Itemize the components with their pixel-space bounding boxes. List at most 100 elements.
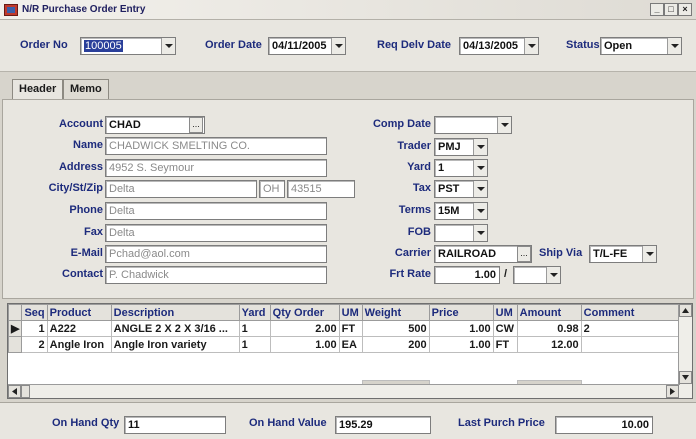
cell-qty-order[interactable]: 1.00: [269, 336, 340, 353]
col-qty-order[interactable]: Qty Order: [269, 304, 340, 321]
city-field[interactable]: Delta: [105, 180, 257, 198]
email-field[interactable]: Pchad@aol.com: [105, 245, 327, 263]
col-amount[interactable]: Amount: [516, 304, 582, 321]
cell-description[interactable]: ANGLE 2 X 2 X 3/16 ...: [110, 320, 240, 337]
cell-weight[interactable]: 500: [361, 320, 430, 337]
chevron-down-icon[interactable]: [546, 267, 560, 283]
on-hand-qty-field[interactable]: 11: [124, 416, 226, 434]
cell-price-um[interactable]: FT: [492, 336, 518, 353]
order-no-field[interactable]: 100005: [80, 37, 176, 55]
carrier-lookup-button[interactable]: ...: [517, 246, 531, 262]
col-description[interactable]: Description: [110, 304, 240, 321]
yard-field[interactable]: 1: [434, 159, 488, 177]
zip-field[interactable]: 43515: [287, 180, 355, 198]
order-date-value: 04/11/2005: [272, 40, 327, 52]
scroll-thumb[interactable]: [21, 385, 30, 398]
fax-field[interactable]: Delta: [105, 224, 327, 242]
chevron-down-icon[interactable]: [473, 181, 487, 197]
scroll-up-icon[interactable]: [679, 304, 692, 317]
contact-field[interactable]: P. Chadwick: [105, 266, 327, 284]
status-value: Open: [604, 40, 633, 52]
tab-strip: Header Memo: [0, 73, 696, 99]
minimize-button[interactable]: _: [650, 3, 664, 16]
row-selector[interactable]: [7, 336, 23, 353]
frt-unit-field[interactable]: [513, 266, 561, 284]
cell-seq[interactable]: 2: [21, 336, 48, 353]
chevron-down-icon[interactable]: [473, 139, 487, 155]
cell-qty-order[interactable]: 2.00: [269, 320, 340, 337]
order-date-field[interactable]: 04/11/2005: [268, 37, 346, 55]
table-row[interactable]: ▶ 1 A222 ANGLE 2 X 2 X 3/16 ... 1 2.00 F…: [7, 320, 689, 337]
current-row-pointer-icon[interactable]: ▶: [7, 320, 23, 337]
col-um[interactable]: UM: [338, 304, 363, 321]
col-product[interactable]: Product: [46, 304, 112, 321]
chevron-down-icon[interactable]: [667, 38, 681, 54]
comp-date-field[interactable]: [434, 116, 512, 134]
cell-price[interactable]: 1.00: [428, 336, 494, 353]
chevron-down-icon[interactable]: [473, 225, 487, 241]
cell-seq[interactable]: 1: [21, 320, 48, 337]
window-controls: _ □ ×: [650, 3, 692, 16]
vertical-scrollbar[interactable]: [678, 304, 692, 398]
maximize-button[interactable]: □: [664, 3, 678, 16]
close-button[interactable]: ×: [678, 3, 692, 16]
phone-field[interactable]: Delta: [105, 202, 327, 220]
table-row[interactable]: 2 Angle Iron Angle Iron variety 1 1.00 E…: [7, 336, 689, 353]
yard-value: 1: [438, 162, 445, 174]
tab-header[interactable]: Header: [12, 79, 64, 99]
on-hand-value-field[interactable]: 195.29: [335, 416, 431, 434]
fob-field[interactable]: [434, 224, 488, 242]
chevron-down-icon[interactable]: [524, 38, 538, 54]
frt-rate-separator: /: [504, 268, 508, 280]
req-delv-field[interactable]: 04/13/2005: [459, 37, 539, 55]
cell-price-um[interactable]: CW: [492, 320, 518, 337]
cell-amount[interactable]: 0.98: [516, 320, 582, 337]
cell-product[interactable]: Angle Iron: [46, 336, 112, 353]
chevron-down-icon[interactable]: [497, 117, 511, 133]
account-lookup-button[interactable]: ...: [189, 117, 203, 133]
cell-description[interactable]: Angle Iron variety: [110, 336, 240, 353]
cell-yard[interactable]: 1: [238, 320, 271, 337]
address-label: Address: [58, 161, 103, 173]
state-field[interactable]: OH: [259, 180, 285, 198]
frt-rate-field[interactable]: 1.00: [434, 266, 500, 284]
chevron-down-icon[interactable]: [473, 160, 487, 176]
name-field[interactable]: CHADWICK SMELTING CO.: [105, 137, 327, 155]
tab-memo[interactable]: Memo: [63, 79, 109, 99]
cell-product[interactable]: A222: [46, 320, 112, 337]
col-price-um[interactable]: UM: [492, 304, 518, 321]
col-yard[interactable]: Yard: [238, 304, 271, 321]
scroll-left-icon[interactable]: [8, 385, 21, 398]
chevron-down-icon[interactable]: [161, 38, 175, 54]
cell-amount[interactable]: 12.00: [516, 336, 582, 353]
terms-field[interactable]: 15M: [434, 202, 488, 220]
cell-weight[interactable]: 200: [361, 336, 430, 353]
chevron-down-icon[interactable]: [473, 203, 487, 219]
empty-row: [9, 353, 689, 381]
terms-label: Terms: [398, 204, 431, 216]
ship-via-field[interactable]: T/L-FE: [589, 245, 657, 263]
chevron-down-icon[interactable]: [642, 246, 656, 262]
trader-field[interactable]: PMJ: [434, 138, 488, 156]
scroll-right-icon[interactable]: [666, 385, 679, 398]
chevron-down-icon[interactable]: [331, 38, 345, 54]
grid-blank-area: [9, 353, 689, 381]
tax-field[interactable]: PST: [434, 180, 488, 198]
address-field[interactable]: 4952 S. Seymour: [105, 159, 327, 177]
fax-label: Fax: [84, 226, 103, 238]
cell-comment[interactable]: 2: [580, 320, 689, 337]
col-price[interactable]: Price: [428, 304, 494, 321]
col-comment[interactable]: Comment: [580, 304, 689, 321]
col-weight[interactable]: Weight: [361, 304, 430, 321]
last-purch-field[interactable]: 10.00: [555, 416, 653, 434]
cell-um[interactable]: EA: [338, 336, 363, 353]
cell-yard[interactable]: 1: [238, 336, 271, 353]
title-bar: N/R Purchase Order Entry _ □ ×: [0, 0, 696, 20]
cell-comment[interactable]: [580, 336, 689, 353]
horizontal-scrollbar[interactable]: [8, 384, 680, 398]
cell-um[interactable]: FT: [338, 320, 363, 337]
status-field[interactable]: Open: [600, 37, 682, 55]
cell-price[interactable]: 1.00: [428, 320, 494, 337]
scroll-down-icon[interactable]: [679, 371, 692, 384]
col-seq[interactable]: Seq: [21, 304, 48, 321]
